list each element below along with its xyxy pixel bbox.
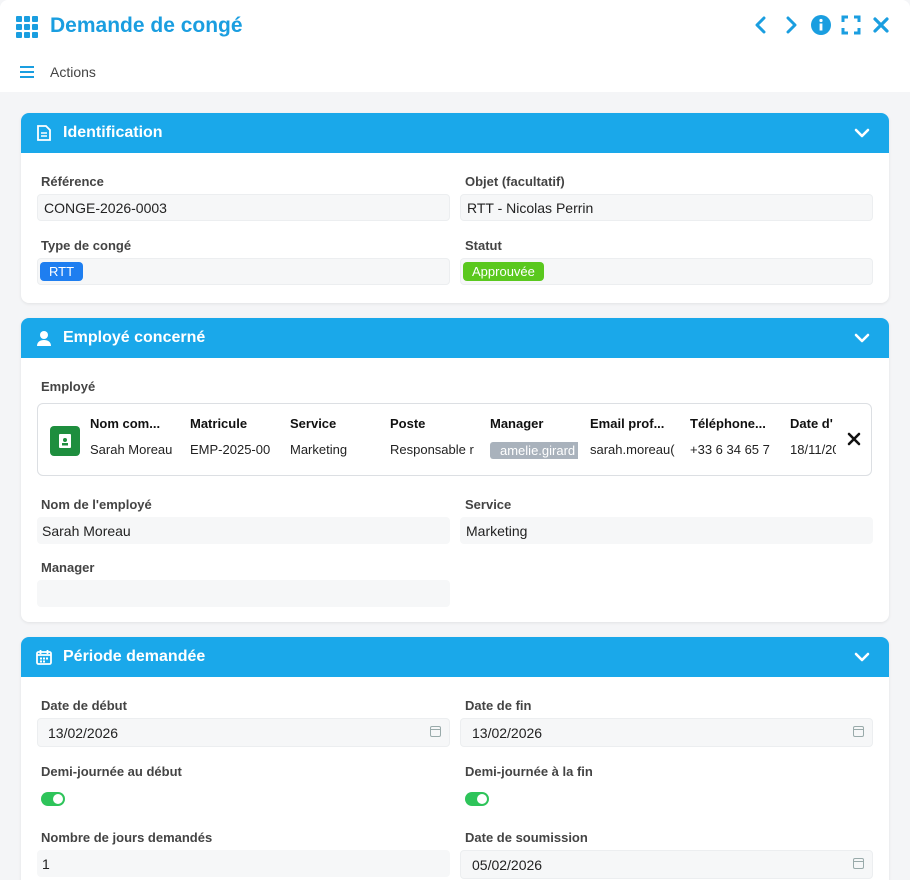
- soumission-label: Date de soumission: [465, 830, 588, 845]
- employe-label: Employé: [41, 379, 96, 394]
- chevron-down-icon[interactable]: [853, 124, 871, 142]
- date-debut-label: Date de début: [41, 698, 127, 713]
- soumission-value: 05/02/2026: [472, 856, 543, 873]
- employee-record-card[interactable]: Nom com... Sarah Moreau Matricule EMP-20…: [37, 403, 872, 476]
- title-bar: Demande de congé Actions: [0, 0, 910, 92]
- objet-field[interactable]: RTT - Nicolas Perrin: [460, 194, 873, 221]
- service-label: Service: [465, 497, 512, 512]
- emp-col-header: Nom com...: [90, 416, 161, 431]
- date-debut-value: 13/02/2026: [48, 724, 119, 741]
- reference-field[interactable]: CONGE-2026-0003: [37, 194, 450, 221]
- emp-col-header: Matricule: [190, 416, 248, 431]
- info-icon[interactable]: [810, 14, 832, 36]
- nom-employe-field: Sarah Moreau: [37, 517, 450, 544]
- identification-panel: Identification Référence CONGE-2026-0003…: [21, 113, 889, 303]
- demi-fin-label: Demi-journée à la fin: [465, 764, 593, 779]
- demi-fin-toggle[interactable]: [465, 792, 489, 806]
- calendar-picker-icon[interactable]: [853, 858, 864, 869]
- date-fin-input[interactable]: 13/02/2026: [460, 718, 873, 747]
- manager-chip[interactable]: amelie.girard: [490, 442, 578, 459]
- calendar-icon: [35, 648, 53, 666]
- periode-header[interactable]: Période demandée: [21, 637, 889, 677]
- emp-col-value: Marketing: [290, 442, 348, 457]
- actions-label: Actions: [50, 64, 96, 80]
- date-fin-label: Date de fin: [465, 698, 532, 713]
- emp-col-header: Manager: [490, 416, 544, 431]
- fullscreen-icon[interactable]: [840, 14, 862, 36]
- chevron-left-icon[interactable]: [750, 14, 772, 36]
- hamburger-icon[interactable]: [20, 66, 34, 78]
- emp-col-value: 18/11/20: [790, 442, 836, 457]
- close-icon[interactable]: [870, 14, 892, 36]
- apps-grid-icon[interactable]: [16, 16, 38, 38]
- window-controls: [750, 14, 892, 36]
- identification-header[interactable]: Identification: [21, 113, 889, 153]
- periode-title: Période demandée: [63, 648, 206, 665]
- rtt-badge: RTT: [40, 262, 84, 281]
- chevron-down-icon[interactable]: [853, 648, 871, 666]
- emp-col-nom: Nom com... Sarah Moreau: [90, 416, 178, 457]
- emp-col-value: Responsable r: [390, 442, 474, 457]
- status-badge: Approuvée: [463, 262, 544, 281]
- manager-label: Manager: [41, 560, 95, 575]
- date-fin-value: 13/02/2026: [472, 724, 543, 741]
- employe-header[interactable]: Employé concerné: [21, 318, 889, 358]
- window-title: Demande de congé: [50, 14, 243, 37]
- type-label: Type de congé: [41, 238, 132, 253]
- emp-col-date: Date d' 18/11/20: [790, 416, 836, 457]
- emp-col-value: sarah.moreau(: [590, 442, 675, 457]
- chevron-right-icon[interactable]: [780, 14, 802, 36]
- emp-col-header: Téléphone...: [690, 416, 766, 431]
- statut-label: Statut: [465, 238, 502, 253]
- actions-menu[interactable]: Actions: [20, 64, 96, 80]
- service-field: Marketing: [460, 517, 873, 544]
- emp-col-value: Sarah Moreau: [90, 442, 173, 457]
- remove-employee-icon[interactable]: [847, 432, 861, 446]
- emp-col-service: Service Marketing: [290, 416, 378, 457]
- nom-employe-label: Nom de l'employé: [41, 497, 152, 512]
- soumission-input[interactable]: 05/02/2026: [460, 850, 873, 879]
- emp-col-manager: Manager amelie.girard: [490, 416, 578, 459]
- type-field[interactable]: RTT: [37, 258, 450, 285]
- emp-col-header: Service: [290, 416, 337, 431]
- emp-col-poste: Poste Responsable r: [390, 416, 478, 457]
- reference-label: Référence: [41, 174, 104, 189]
- demi-debut-toggle[interactable]: [41, 792, 65, 806]
- emp-col-value-wrap: amelie.girard: [490, 442, 578, 459]
- chevron-down-icon[interactable]: [853, 329, 871, 347]
- employe-title: Employé concerné: [63, 329, 206, 346]
- emp-col-value: +33 6 34 65 7: [690, 442, 770, 457]
- employe-panel: Employé concerné Employé Nom com... Sara…: [21, 318, 889, 622]
- date-debut-input[interactable]: 13/02/2026: [37, 718, 450, 747]
- emp-col-email: Email prof... sarah.moreau(: [590, 416, 678, 457]
- user-icon: [35, 329, 53, 347]
- identification-title: Identification: [63, 124, 163, 141]
- periode-panel: Période demandée Date de début 13/02/202…: [21, 637, 889, 880]
- nb-jours-input[interactable]: 1: [37, 850, 450, 877]
- calendar-picker-icon[interactable]: [430, 726, 441, 737]
- emp-col-telephone: Téléphone... +33 6 34 65 7: [690, 416, 778, 457]
- manager-field: [37, 580, 450, 607]
- nb-jours-label: Nombre de jours demandés: [41, 830, 213, 845]
- emp-col-header: Email prof...: [590, 416, 665, 431]
- emp-col-matricule: Matricule EMP-2025-00: [190, 416, 278, 457]
- emp-col-value: EMP-2025-00: [190, 442, 271, 457]
- statut-field[interactable]: Approuvée: [460, 258, 873, 285]
- demi-debut-label: Demi-journée au début: [41, 764, 182, 779]
- emp-col-header: Poste: [390, 416, 426, 431]
- document-icon: [35, 124, 53, 142]
- objet-label: Objet (facultatif): [465, 174, 565, 189]
- emp-col-header: Date d': [790, 416, 833, 431]
- contact-card-icon: [50, 426, 80, 456]
- calendar-picker-icon[interactable]: [853, 726, 864, 737]
